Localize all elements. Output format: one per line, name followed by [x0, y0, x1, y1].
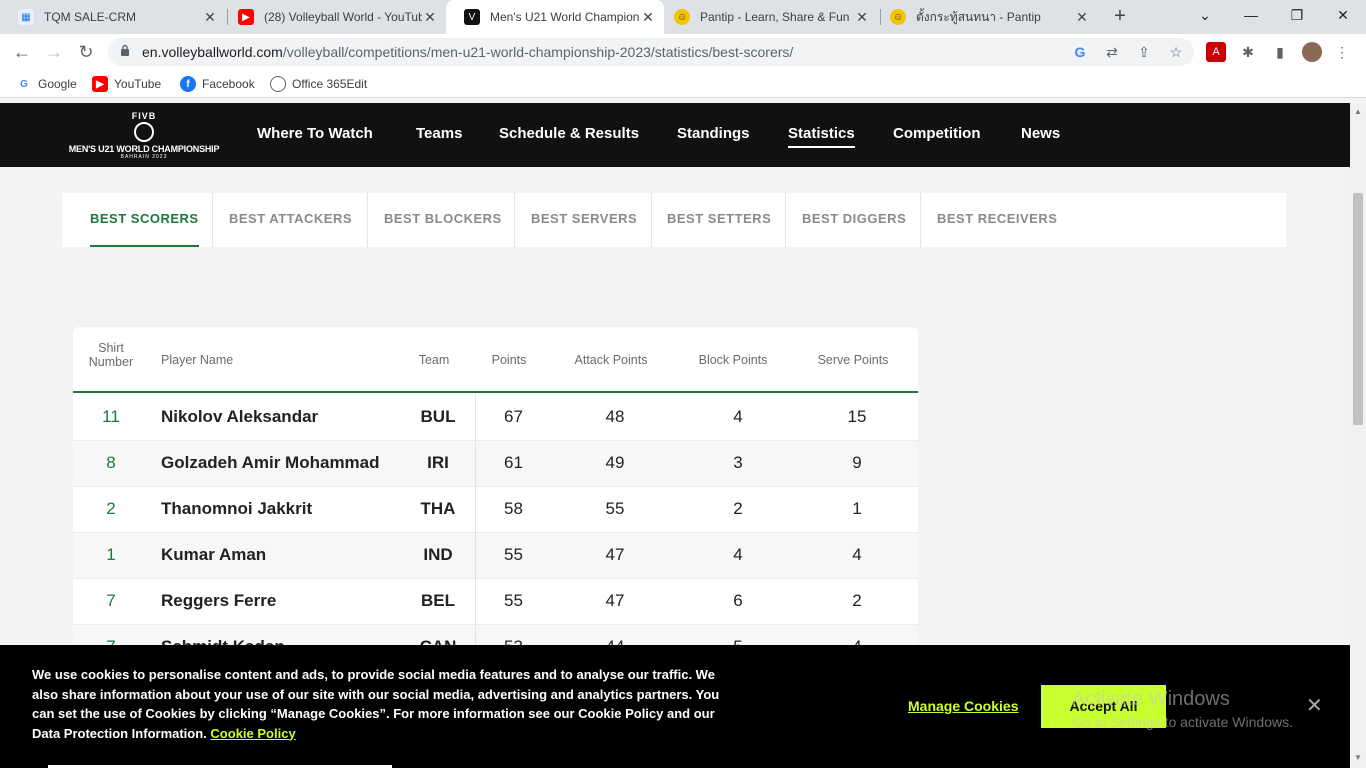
- extensions-puzzle-icon[interactable]: ✱: [1238, 42, 1258, 62]
- tab-separator: [212, 193, 213, 247]
- menu-kebab-icon[interactable]: ⋮: [1332, 42, 1352, 62]
- browser-tab-tqm[interactable]: ▦ TQM SALE-CRM ✕: [0, 0, 226, 34]
- globe-icon: [270, 76, 286, 92]
- translate-icon[interactable]: ⇄: [1102, 42, 1122, 62]
- browser-toolbar: ← → ↻ en.volleyballworld.com/volleyball/…: [0, 34, 1366, 70]
- tab-separator: [514, 193, 515, 247]
- table-row[interactable]: 7 Reggers Ferre BEL 55 47 6 2: [73, 579, 918, 625]
- bookmark-google[interactable]: G Google: [16, 76, 77, 92]
- share-icon[interactable]: ⇪: [1134, 42, 1154, 62]
- nav-statistics[interactable]: Statistics: [788, 125, 855, 148]
- bookmark-facebook[interactable]: f Facebook: [180, 76, 255, 92]
- activate-windows-subtext: Go to Settings to activate Windows.: [1072, 714, 1293, 730]
- table-header: Shirt Number Player Name Team Points Att…: [73, 327, 918, 393]
- tab-best-attackers[interactable]: BEST ATTACKERS: [229, 193, 352, 247]
- col-team[interactable]: Team: [403, 353, 465, 367]
- player-name[interactable]: Kumar Aman: [161, 533, 266, 579]
- championship-logo[interactable]: FIVB MEN'S U21 WORLD CHAMPIONSHIP BAHRAI…: [68, 109, 220, 161]
- close-tab-icon[interactable]: ✕: [640, 9, 656, 26]
- tab-separator: [651, 193, 652, 247]
- player-name[interactable]: Reggers Ferre: [161, 579, 276, 625]
- bookmark-office365[interactable]: Office 365Edit: [270, 76, 367, 92]
- browser-tab-strip: ▦ TQM SALE-CRM ✕ ▶ (28) Volleyball World…: [0, 0, 1366, 34]
- bookmark-youtube[interactable]: ▶ YouTube: [92, 76, 161, 92]
- browser-tab-youtube[interactable]: ▶ (28) Volleyball World - YouTube ✕: [220, 0, 446, 34]
- back-icon[interactable]: ←: [10, 40, 34, 64]
- site-header: FIVB MEN'S U21 WORLD CHAMPIONSHIP BAHRAI…: [0, 103, 1350, 167]
- close-tab-icon[interactable]: ✕: [202, 9, 218, 26]
- nav-where-to-watch[interactable]: Where To Watch: [257, 125, 373, 142]
- col-block-points[interactable]: Block Points: [685, 353, 781, 367]
- pantip-icon: ☺: [674, 9, 690, 25]
- col-points[interactable]: Points: [475, 353, 543, 367]
- browser-tab-active[interactable]: V Men's U21 World Championship ✕: [446, 0, 664, 34]
- volleyball-icon: [134, 122, 154, 142]
- scroll-down-icon[interactable]: ▼: [1354, 753, 1362, 762]
- lock-icon: [121, 44, 129, 56]
- nav-schedule-results[interactable]: Schedule & Results: [499, 125, 639, 142]
- tqm-icon: ▦: [18, 9, 34, 25]
- restore-icon[interactable]: ❐: [1274, 0, 1320, 30]
- cookie-banner: We use cookies to personalise content an…: [0, 645, 1350, 768]
- table-row[interactable]: 1 Kumar Aman IND 55 47 4 4: [73, 533, 918, 579]
- table-row[interactable]: 11 Nikolov Aleksandar BUL 67 48 4 15: [73, 395, 918, 441]
- minimize-icon[interactable]: —: [1228, 0, 1274, 30]
- player-name[interactable]: Golzadeh Amir Mohammad: [161, 441, 380, 487]
- activate-windows-watermark: Activate Windows: [1072, 688, 1230, 710]
- url-text: en.volleyballworld.com/volleyball/compet…: [142, 44, 794, 60]
- manage-cookies-link[interactable]: Manage Cookies: [908, 698, 1018, 714]
- facebook-icon: f: [180, 76, 196, 92]
- tab-best-setters[interactable]: BEST SETTERS: [667, 193, 771, 247]
- col-player-name[interactable]: Player Name: [161, 353, 233, 367]
- youtube-icon: ▶: [92, 76, 108, 92]
- google-lens-icon[interactable]: G: [1070, 42, 1090, 62]
- side-panel-icon[interactable]: ▮: [1270, 42, 1290, 62]
- pantip-icon: ☺: [890, 9, 906, 25]
- table-row[interactable]: 8 Golzadeh Amir Mohammad IRI 61 49 3 9: [73, 441, 918, 487]
- tab-best-scorers[interactable]: BEST SCORERS: [90, 193, 199, 247]
- cookie-message: We use cookies to personalise content an…: [32, 667, 720, 741]
- close-tab-icon[interactable]: ✕: [422, 9, 438, 26]
- new-tab-button[interactable]: +: [1108, 4, 1132, 28]
- tab-best-diggers[interactable]: BEST DIGGERS: [802, 193, 906, 247]
- browser-tab-pantip-2[interactable]: ☺ ตั้งกระทู้สนทนา - Pantip ✕: [872, 0, 1098, 34]
- tab-separator: [785, 193, 786, 247]
- scroll-up-icon[interactable]: ▲: [1354, 107, 1362, 116]
- cookie-policy-link[interactable]: Cookie Policy: [210, 726, 295, 741]
- vw-icon: V: [464, 9, 480, 25]
- youtube-icon: ▶: [238, 9, 254, 25]
- profile-avatar[interactable]: [1302, 42, 1322, 62]
- close-icon[interactable]: ✕: [1306, 693, 1323, 718]
- tab-best-servers[interactable]: BEST SERVERS: [531, 193, 637, 247]
- page-scrollbar[interactable]: ▲ ▼: [1350, 103, 1366, 768]
- scrollbar-thumb[interactable]: [1353, 193, 1363, 425]
- window-close-icon[interactable]: ✕: [1320, 0, 1366, 30]
- col-shirt-number[interactable]: Shirt Number: [73, 341, 149, 369]
- close-tab-icon[interactable]: ✕: [1074, 9, 1090, 26]
- tab-best-receivers[interactable]: BEST RECEIVERS: [937, 193, 1057, 247]
- nav-news[interactable]: News: [1021, 125, 1060, 142]
- browser-tab-pantip[interactable]: ☺ Pantip - Learn, Share & Fun ✕: [656, 0, 878, 34]
- nav-standings[interactable]: Standings: [677, 125, 750, 142]
- bookmark-star-icon[interactable]: ☆: [1166, 42, 1186, 62]
- reload-icon[interactable]: ↻: [74, 40, 98, 64]
- address-bar[interactable]: en.volleyballworld.com/volleyball/compet…: [108, 38, 1194, 66]
- player-name[interactable]: Thanomnoi Jakkrit: [161, 487, 312, 533]
- tab-best-blockers[interactable]: BEST BLOCKERS: [384, 193, 502, 247]
- statistics-tabs: BEST SCORERS BEST ATTACKERS BEST BLOCKER…: [62, 193, 1286, 247]
- col-serve-points[interactable]: Serve Points: [803, 353, 903, 367]
- player-name[interactable]: Nikolov Aleksandar: [161, 395, 318, 441]
- col-attack-points[interactable]: Attack Points: [559, 353, 663, 367]
- bookmarks-bar: G Google ▶ YouTube f Facebook Office 365Edi…: [0, 70, 1366, 98]
- close-tab-icon[interactable]: ✕: [854, 9, 870, 26]
- google-icon: G: [20, 78, 28, 90]
- forward-icon[interactable]: →: [42, 40, 66, 64]
- nav-teams[interactable]: Teams: [416, 125, 462, 142]
- nav-competition[interactable]: Competition: [893, 125, 981, 142]
- table-row[interactable]: 2 Thanomnoi Jakkrit THA 58 55 2 1: [73, 487, 918, 533]
- tab-separator: [920, 193, 921, 247]
- tab-separator: [367, 193, 368, 247]
- pdf-extension-icon[interactable]: A: [1206, 42, 1226, 62]
- tab-search-icon[interactable]: ⌄: [1182, 0, 1228, 30]
